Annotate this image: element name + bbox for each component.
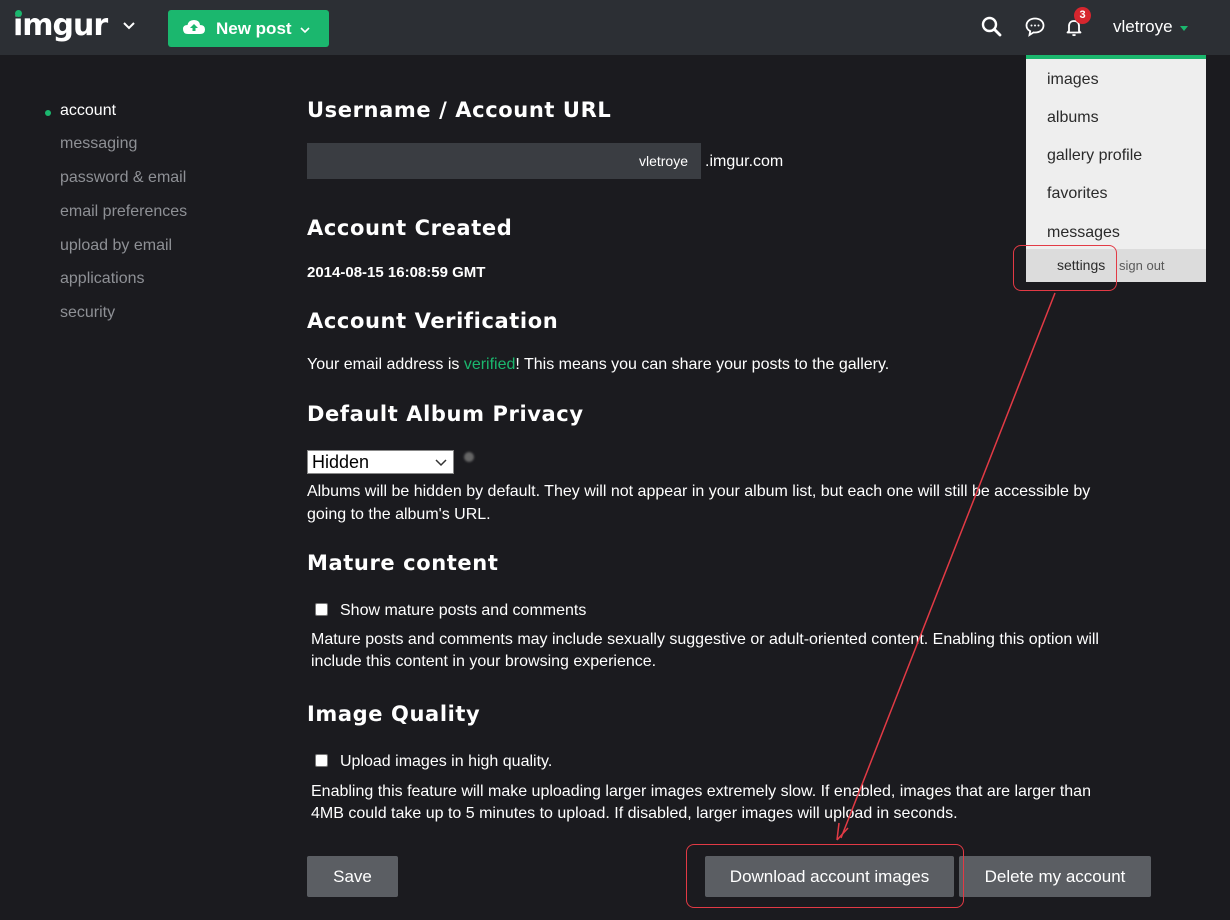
cloud-upload-icon: [183, 20, 205, 34]
account-created-heading: Account Created: [307, 216, 513, 240]
sidenav-item-account[interactable]: account: [60, 102, 116, 120]
album-privacy-select[interactable]: Hidden: [307, 450, 454, 474]
sidenav-item-security[interactable]: security: [60, 304, 115, 322]
new-post-button[interactable]: New post: [168, 10, 329, 47]
chat-icon[interactable]: [1023, 15, 1047, 39]
high-quality-checkbox[interactable]: [315, 754, 328, 767]
menu-item-messages[interactable]: messages: [1047, 224, 1120, 242]
mature-description-line-2: include this content in your browsing ex…: [311, 653, 657, 670]
verification-text: Your email address is verified! This mea…: [307, 354, 889, 376]
delete-account-button[interactable]: Delete my account: [959, 856, 1151, 897]
menu-item-settings[interactable]: settings: [1057, 257, 1105, 273]
account-verification-heading: Account Verification: [307, 309, 559, 333]
menu-item-albums[interactable]: albums: [1047, 109, 1099, 127]
verification-post: ! This means you can share your posts to…: [515, 356, 890, 373]
quality-description-line-1: Enabling this feature will make uploadin…: [311, 783, 1091, 800]
mature-description-line-1: Mature posts and comments may include se…: [311, 631, 1099, 648]
image-quality-heading: Image Quality: [307, 702, 481, 726]
new-post-label: New post: [216, 19, 292, 38]
menu-item-gallery-profile[interactable]: gallery profile: [1047, 147, 1142, 165]
caret-down-icon: [1180, 26, 1188, 31]
menu-item-sign-out[interactable]: sign out: [1119, 258, 1165, 273]
notification-badge: 3: [1074, 7, 1091, 24]
chevron-down-icon: [435, 459, 447, 467]
verification-pre: Your email address is: [307, 356, 464, 373]
logo-dot: [15, 10, 22, 17]
menu-item-favorites[interactable]: favorites: [1047, 185, 1107, 203]
user-menu-toggle[interactable]: vletroye: [1113, 17, 1173, 37]
album-privacy-selected: Hidden: [312, 451, 370, 472]
logo-text: imgur: [13, 8, 108, 43]
info-icon[interactable]: [464, 452, 474, 462]
search-icon[interactable]: [980, 15, 1004, 39]
chevron-down-icon[interactable]: [121, 18, 137, 34]
mature-content-checkbox[interactable]: [315, 603, 328, 616]
privacy-description-line-2: going to the album's URL.: [307, 506, 491, 523]
sidenav-item-password-email[interactable]: password & email: [60, 169, 186, 187]
mature-content-heading: Mature content: [307, 551, 499, 575]
high-quality-label[interactable]: Upload images in high quality.: [340, 751, 552, 773]
user-dropdown-menu: images albums gallery profile favorites …: [1026, 55, 1206, 282]
download-account-images-button[interactable]: Download account images: [705, 856, 954, 897]
sidenav-item-upload-by-email[interactable]: upload by email: [60, 237, 172, 255]
privacy-description-line-1: Albums will be hidden by default. They w…: [307, 483, 1091, 500]
username-input[interactable]: [307, 143, 701, 179]
username-heading: Username / Account URL: [307, 98, 612, 122]
chevron-down-icon: [300, 27, 310, 34]
menu-item-images[interactable]: images: [1047, 71, 1099, 89]
album-privacy-heading: Default Album Privacy: [307, 402, 584, 426]
dropdown-footer: settings sign out: [1026, 249, 1206, 282]
mature-content-label[interactable]: Show mature posts and comments: [340, 600, 586, 622]
quality-description-line-2: 4MB could take up to 5 minutes to upload…: [311, 805, 958, 822]
sidenav-item-messaging[interactable]: messaging: [60, 135, 137, 153]
url-suffix: .imgur.com: [705, 153, 784, 170]
imgur-logo[interactable]: imgur: [13, 8, 108, 44]
active-indicator-dot: [45, 110, 51, 116]
sidenav-item-email-preferences[interactable]: email preferences: [60, 203, 187, 221]
verified-status: verified: [463, 356, 516, 373]
account-created-value: 2014-08-15 16:08:59 GMT: [307, 264, 486, 281]
sidenav-item-applications[interactable]: applications: [60, 270, 145, 288]
top-bar: imgur New post 3 vletroye: [0, 0, 1230, 55]
save-button[interactable]: Save: [307, 856, 398, 897]
